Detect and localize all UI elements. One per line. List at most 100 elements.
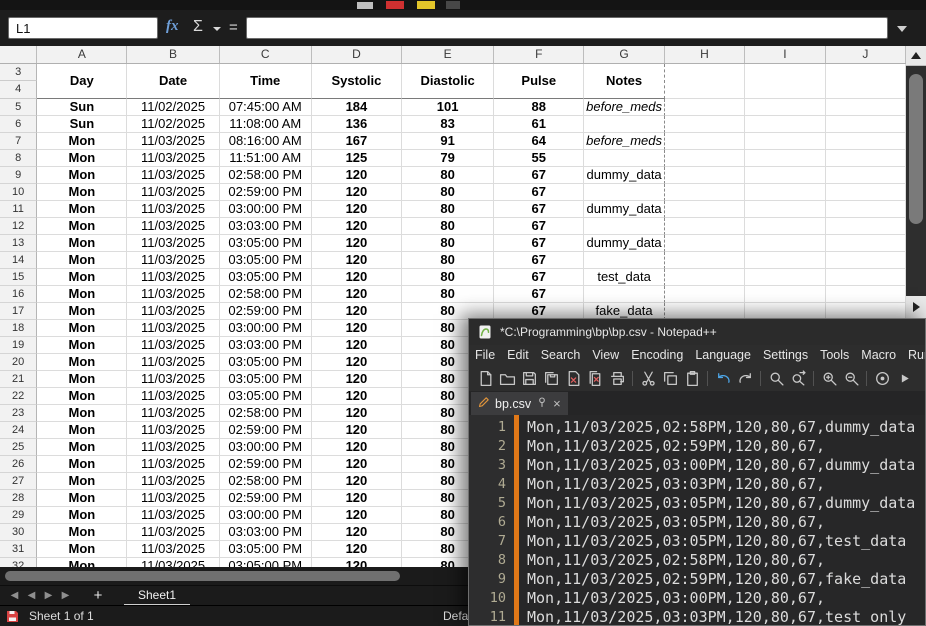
cell-D21[interactable]: 120 [311,371,403,388]
cell-A7[interactable]: Mon [37,133,128,150]
cell-C9[interactable]: 02:58:00 PM [219,167,312,184]
cell-E9[interactable]: 80 [402,167,495,184]
cell-F13[interactable]: 67 [494,235,585,252]
line-number[interactable]: 9 [469,570,514,589]
line-number[interactable]: 3 [469,456,514,475]
cell-H7[interactable] [664,133,746,150]
name-box[interactable] [8,17,158,39]
cut-icon[interactable] [640,370,657,387]
undo-icon[interactable] [715,370,732,387]
line-number[interactable]: 8 [469,551,514,570]
vertical-scrollbar[interactable] [906,66,926,318]
cell-C27[interactable]: 02:58:00 PM [219,473,312,490]
zoom-in-icon[interactable] [821,370,838,387]
row-header-28[interactable]: 28 [0,490,38,507]
row-header-11[interactable]: 11 [0,201,38,218]
cell-C32[interactable]: 03:05:00 PM [220,558,312,567]
cell-D16[interactable]: 120 [311,286,403,303]
cell-B7[interactable]: 11/03/2025 [127,133,220,150]
menu-language[interactable]: Language [689,345,757,366]
cell-G15[interactable]: test_data [584,269,665,286]
last-sheet-icon[interactable]: ▶ [57,590,74,601]
table-header-notes[interactable]: Notes [584,64,665,99]
cell-D27[interactable]: 120 [311,473,403,490]
cell-I12[interactable] [745,218,826,235]
cell-E14[interactable]: 80 [402,252,495,269]
cell-C28[interactable]: 02:59:00 PM [219,490,312,507]
cell-H8[interactable] [664,150,746,167]
cell-C12[interactable]: 03:03:00 PM [219,218,312,235]
table-header-diastolic[interactable]: Diastolic [402,64,495,99]
cell-J13[interactable] [825,235,906,252]
row-header-16[interactable]: 16 [0,286,38,303]
row-header-27[interactable]: 27 [0,473,38,490]
table-header-time[interactable]: Time [219,64,312,99]
cell-B19[interactable]: 11/03/2025 [127,337,220,354]
column-header-C[interactable]: C [220,46,312,63]
line-number[interactable]: 10 [469,589,514,608]
menu-run[interactable]: Run [902,345,925,366]
cell-E15[interactable]: 80 [402,269,495,286]
cell-D10[interactable]: 120 [311,184,403,201]
cell-B28[interactable]: 11/03/2025 [127,490,220,507]
cell-C18[interactable]: 03:00:00 PM [219,320,312,337]
row-header-17[interactable]: 17 [0,303,38,320]
cell-E5[interactable]: 101 [402,99,495,116]
cell-F9[interactable]: 67 [494,167,585,184]
cell-C8[interactable]: 11:51:00 AM [219,150,312,167]
cell-D23[interactable]: 120 [311,405,403,422]
cell-A10[interactable]: Mon [37,184,128,201]
cell-B25[interactable]: 11/03/2025 [127,439,220,456]
cell-I7[interactable] [745,133,826,150]
cell-D19[interactable]: 120 [311,337,403,354]
line-number[interactable]: 2 [469,437,514,456]
autosum-icon[interactable]: Σ [193,18,203,36]
cell-A27[interactable]: Mon [37,473,128,490]
cell-C24[interactable]: 02:59:00 PM [219,422,312,439]
cell-J11[interactable] [825,201,906,218]
new-file-icon[interactable] [477,370,494,387]
cell-D22[interactable]: 120 [311,388,403,405]
cell-A6[interactable]: Sun [37,116,128,133]
cell-I9[interactable] [745,167,826,184]
line-text[interactable]: Mon,11/03/2025,03:00PM,120,80,67,dummy_d… [514,456,915,475]
cell-A19[interactable]: Mon [37,337,128,354]
menu-macro[interactable]: Macro [855,345,902,366]
row-header-3[interactable]: 3 [0,64,38,81]
cell-C10[interactable]: 02:59:00 PM [219,184,312,201]
cell-D20[interactable]: 120 [311,354,403,371]
expand-formula-bar-icon[interactable] [897,26,907,32]
first-sheet-icon[interactable]: ◀ [6,590,23,601]
cell-C19[interactable]: 03:03:00 PM [219,337,312,354]
line-number[interactable]: 7 [469,532,514,551]
menu-edit[interactable]: Edit [501,345,535,366]
line-number[interactable]: 5 [469,494,514,513]
cell-E13[interactable]: 80 [402,235,495,252]
window-titlebar[interactable]: *C:\Programming\bp\bp.csv - Notepad++ [469,319,925,345]
cell-F11[interactable]: 67 [494,201,585,218]
cell-J9[interactable] [825,167,906,184]
cell-A5[interactable]: Sun [37,99,128,116]
find-icon[interactable] [768,370,785,387]
cell-A14[interactable]: Mon [37,252,128,269]
cell-A17[interactable]: Mon [37,303,128,320]
menu-search[interactable]: Search [535,345,587,366]
cell-H11[interactable] [664,201,746,218]
cell-B17[interactable]: 11/03/2025 [127,303,220,320]
cell-C30[interactable]: 03:03:00 PM [219,524,312,541]
cell-B9[interactable]: 11/03/2025 [127,167,220,184]
cell-B11[interactable]: 11/03/2025 [127,201,220,218]
cell-D18[interactable]: 120 [311,320,403,337]
copy-icon[interactable] [662,370,679,387]
cell-D9[interactable]: 120 [311,167,403,184]
cell-C26[interactable]: 02:59:00 PM [219,456,312,473]
line-text[interactable]: Mon,11/03/2025,03:05PM,120,80,67, [514,513,825,532]
cell-A13[interactable]: Mon [37,235,128,252]
line-text[interactable]: Mon,11/03/2025,03:05PM,120,80,67,dummy_d… [514,494,915,513]
table-header-empty[interactable] [745,64,826,99]
save-all-icon[interactable] [543,370,560,387]
line-text[interactable]: Mon,11/03/2025,03:03PM,120,80,67,test_on… [514,608,906,625]
print-icon[interactable] [609,370,626,387]
macro-play-icon[interactable] [896,370,913,387]
cell-I13[interactable] [745,235,826,252]
